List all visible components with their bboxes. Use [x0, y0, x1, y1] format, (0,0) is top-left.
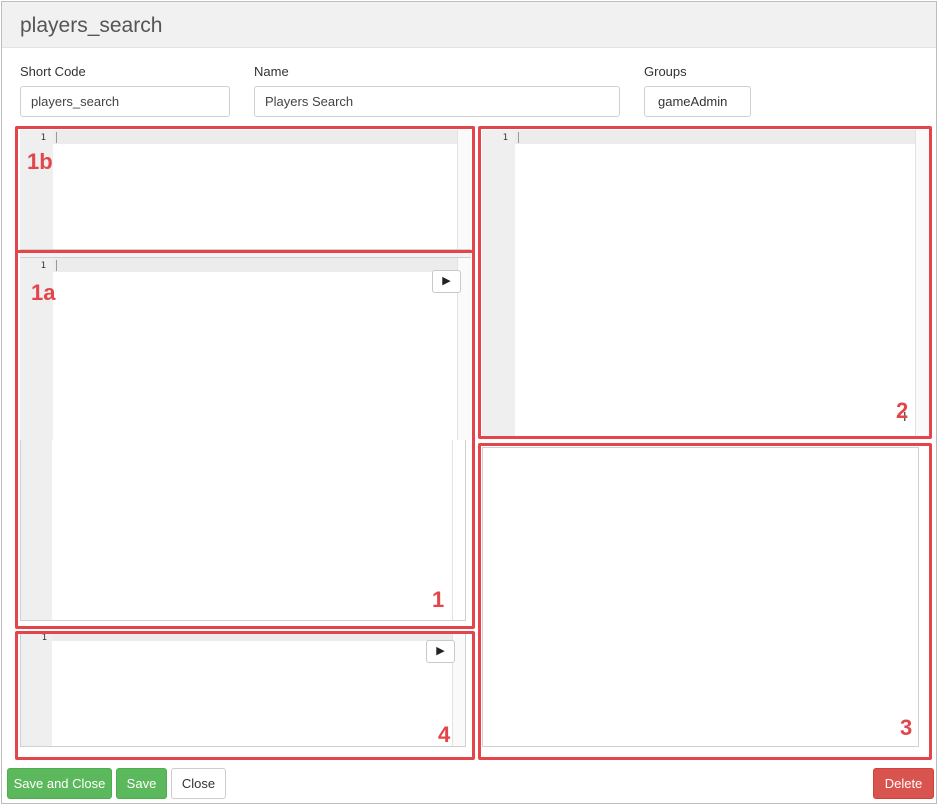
- code-editor-1b[interactable]: 1: [20, 130, 471, 249]
- short-code-input[interactable]: players_search: [20, 86, 230, 117]
- line-number: 1: [40, 133, 46, 143]
- output-scrollbar[interactable]: [452, 440, 465, 620]
- run-button-1a[interactable]: ▶: [432, 270, 461, 293]
- save-button[interactable]: Save: [116, 768, 167, 799]
- close-button[interactable]: Close: [171, 768, 226, 799]
- short-code-label: Short Code: [20, 64, 86, 79]
- save-and-close-button[interactable]: Save and Close: [7, 768, 112, 799]
- active-line-highlight: [53, 258, 471, 272]
- groups-label: Groups: [644, 64, 687, 79]
- line-number: 1: [40, 261, 46, 271]
- play-icon: ▶: [436, 645, 445, 657]
- active-line-highlight: [53, 130, 471, 144]
- code-editor-1a[interactable]: 1: [20, 258, 471, 440]
- name-input[interactable]: Players Search: [254, 86, 620, 117]
- editor-scrollbar[interactable]: [915, 130, 929, 436]
- line-number: 1: [502, 133, 508, 143]
- groups-dropdown-value: gameAdmin: [658, 94, 728, 109]
- dialog-title: players_search: [20, 14, 163, 37]
- active-line-highlight: [52, 632, 465, 641]
- dialog-titlebar: players_search: [2, 2, 936, 48]
- groups-dropdown[interactable]: gameAdmin: [644, 86, 751, 134]
- text-cursor: [56, 260, 57, 271]
- text-cursor: [518, 132, 519, 143]
- name-label: Name: [254, 64, 289, 79]
- output-gutter: [21, 440, 52, 620]
- active-line-highlight: [515, 130, 929, 144]
- output-panel-1: [20, 440, 466, 621]
- text-cursor: [56, 132, 57, 143]
- code-editor-2[interactable]: 1: [482, 130, 929, 436]
- editor-gutter: 1: [20, 258, 53, 440]
- editor-gutter: 1: [21, 632, 52, 746]
- play-icon: ▶: [442, 275, 451, 287]
- editor-gutter: 1: [20, 130, 53, 249]
- code-editor-4[interactable]: 1: [20, 631, 466, 747]
- editor-gutter: 1: [482, 130, 515, 436]
- result-panel-3: [482, 447, 919, 747]
- editor-scrollbar[interactable]: [457, 130, 471, 249]
- line-number: 1: [41, 633, 47, 643]
- delete-button[interactable]: Delete: [873, 768, 934, 799]
- editor-splitter[interactable]: [20, 249, 471, 258]
- run-button-4[interactable]: ▶: [426, 640, 455, 663]
- text-cursor-icon: I: [903, 410, 907, 424]
